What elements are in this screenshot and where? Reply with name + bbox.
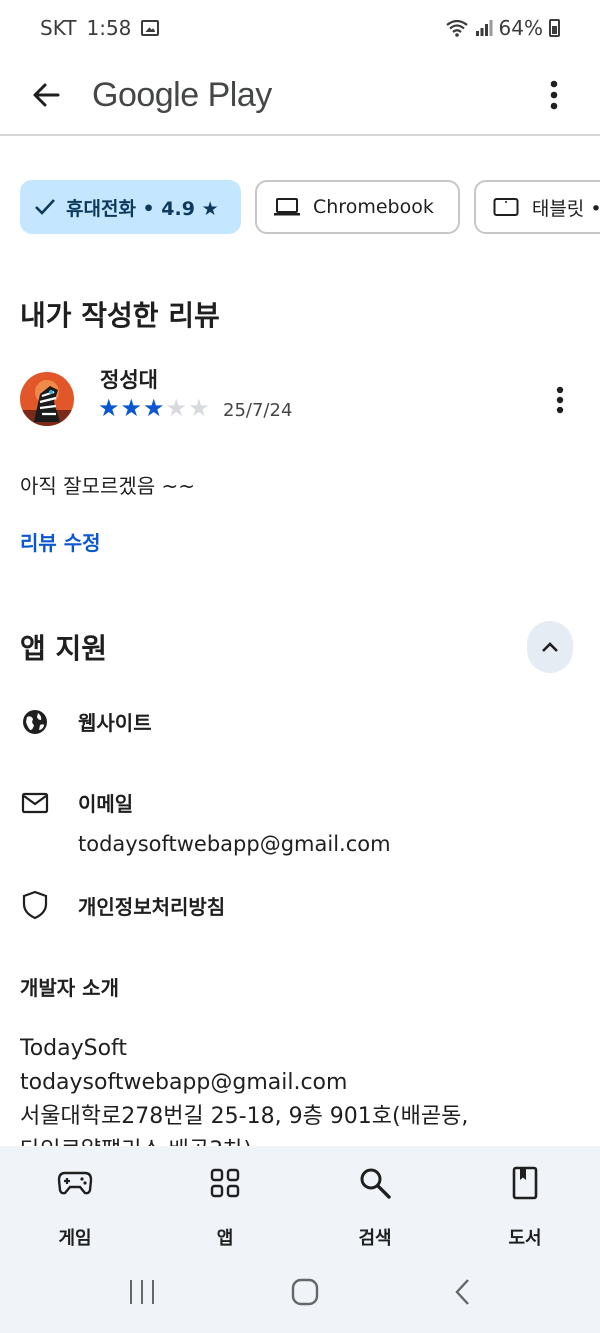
image-notification-icon	[141, 20, 160, 36]
clock: 1:58	[86, 16, 132, 40]
bottom-navigation: 게임 앱 검색 도서	[0, 1146, 600, 1333]
developer-email[interactable]: todaysoftwebapp@gmail.com	[20, 1066, 580, 1100]
collapse-button[interactable]	[527, 621, 573, 673]
reviewer-name: 정성대	[100, 368, 158, 392]
chip-chromebook-label: Chromebook	[313, 196, 434, 218]
gamepad-icon	[57, 1164, 93, 1202]
support-email[interactable]: todaysoftwebapp@gmail.com	[78, 832, 391, 856]
shield-icon	[20, 890, 50, 920]
chip-tablet-label: 태블릿 •	[531, 197, 600, 220]
review-header: 정성대 ★ ★ ★ ★ ★ 25/7/24	[20, 362, 580, 442]
review-more-button[interactable]	[542, 380, 578, 420]
more-vert-icon	[550, 80, 558, 110]
nav-books[interactable]: 도서	[450, 1146, 600, 1250]
mail-icon	[20, 792, 50, 814]
my-review-heading: 내가 작성한 리뷰	[20, 299, 220, 332]
developer-heading: 개발자 소개	[20, 976, 119, 1000]
back-nav-icon[interactable]	[453, 1277, 473, 1307]
system-navigation	[0, 1262, 600, 1322]
app-bar: Google Play	[0, 56, 600, 136]
edit-review-link[interactable]: 리뷰 수정	[20, 527, 101, 556]
more-options-button[interactable]	[534, 69, 574, 121]
battery-percent: 64%	[498, 16, 543, 40]
nav-apps-label: 앱	[216, 1228, 234, 1249]
email-row[interactable]: 이메일	[20, 788, 133, 817]
nav-search-label: 검색	[358, 1228, 392, 1249]
wifi-icon	[445, 19, 468, 37]
nav-games[interactable]: 게임	[0, 1146, 150, 1250]
chip-tablet[interactable]: 태블릿 •	[473, 180, 600, 234]
star-icon: ★	[143, 394, 165, 422]
battery-icon	[549, 19, 560, 37]
app-support-heading: 앱 지원	[20, 632, 108, 665]
privacy-row[interactable]: 개인정보처리방침	[20, 890, 225, 920]
website-row[interactable]: 웹사이트	[20, 707, 152, 736]
star-icon: ★	[165, 394, 188, 422]
home-icon[interactable]	[291, 1278, 319, 1306]
nav-games-label: 게임	[58, 1228, 92, 1249]
search-icon	[359, 1164, 391, 1202]
chevron-up-icon	[542, 642, 558, 652]
status-bar: SKT 1:58 64%	[0, 0, 600, 56]
review-text: 아직 잘모르겠음 ~~	[20, 474, 196, 498]
back-button[interactable]	[20, 69, 72, 121]
privacy-label: 개인정보처리방침	[78, 894, 226, 919]
website-label: 웹사이트	[78, 711, 152, 735]
recent-apps-icon[interactable]	[127, 1278, 157, 1306]
arrow-back-icon	[33, 83, 60, 107]
chip-phone-label: 휴대전화 • 4.9 ★	[66, 197, 219, 220]
avatar	[20, 372, 74, 426]
nav-books-label: 도서	[508, 1228, 542, 1249]
carrier-label: SKT	[40, 16, 77, 40]
globe-icon	[20, 708, 50, 736]
review-date: 25/7/24	[223, 400, 293, 421]
star-icon: ★	[188, 394, 210, 422]
signal-icon	[475, 20, 493, 36]
nav-search[interactable]: 검색	[300, 1146, 450, 1250]
developer-address-line1: 서울대학로278번길 25-18, 9층 901호(배곧동,	[20, 1104, 469, 1129]
star-icon: ★	[98, 394, 120, 422]
star-rating: ★ ★ ★ ★ ★	[98, 394, 210, 422]
nav-apps[interactable]: 앱	[150, 1146, 300, 1250]
page-title: Google Play	[92, 75, 272, 114]
chip-phone[interactable]: 휴대전화 • 4.9 ★	[20, 180, 241, 234]
apps-grid-icon	[210, 1164, 240, 1202]
book-icon	[512, 1164, 538, 1202]
developer-name: TodaySoft	[20, 1036, 128, 1061]
check-icon	[34, 198, 56, 216]
more-vert-icon	[556, 386, 564, 414]
chip-chromebook[interactable]: Chromebook	[255, 180, 460, 234]
star-icon: ★	[120, 394, 143, 422]
device-filter-chips: 휴대전화 • 4.9 ★ Chromebook 태블릿 •	[20, 180, 600, 234]
email-label: 이메일	[78, 792, 134, 816]
laptop-icon	[271, 197, 303, 217]
tablet-icon	[490, 197, 522, 217]
